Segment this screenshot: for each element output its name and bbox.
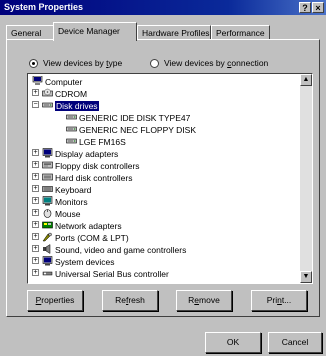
help-button[interactable]: ? <box>299 2 311 13</box>
tree-item[interactable]: LGE FM16S <box>66 135 126 147</box>
tree-item-label: Keyboard <box>55 184 92 195</box>
properties-button[interactable]: Properties <box>27 290 83 311</box>
tab-performance[interactable]: Performance <box>211 25 270 39</box>
display-icon <box>42 147 53 158</box>
tree-item-label: Computer <box>45 76 83 87</box>
remove-button[interactable]: Remove <box>176 290 232 311</box>
ports-icon <box>42 232 53 242</box>
floppy-controller-icon <box>42 160 53 170</box>
disk-drive-icon <box>66 112 77 122</box>
computer-icon <box>32 75 43 86</box>
refresh-button[interactable]: Refresh <box>102 290 158 311</box>
cdrom-icon <box>42 88 53 98</box>
usb-icon <box>42 268 53 278</box>
close-button[interactable]: × <box>312 2 324 13</box>
expand-icon[interactable]: + <box>32 257 39 264</box>
tree-item[interactable]: Display adapters <box>42 147 118 159</box>
view-by-type-label[interactable]: View devices by type <box>43 58 122 68</box>
tree-item-label: LGE FM16S <box>79 136 126 147</box>
tree-item[interactable]: Network adapters <box>42 219 122 231</box>
tree-item[interactable]: CDROM <box>42 87 87 99</box>
expand-icon[interactable]: + <box>32 161 39 168</box>
tree-item[interactable]: Universal Serial Bus controller <box>42 267 169 279</box>
disk-drive-icon <box>66 124 77 134</box>
tree-item[interactable]: GENERIC IDE DISK TYPE47 <box>66 111 190 123</box>
expand-icon[interactable]: + <box>32 209 39 216</box>
expand-icon[interactable]: + <box>32 173 39 180</box>
cancel-button[interactable]: Cancel <box>268 332 322 353</box>
tree-item-label: Ports (COM & LPT) <box>55 232 129 243</box>
tree-item-label: Display adapters <box>55 148 119 159</box>
tree-item-label: Monitors <box>55 196 88 207</box>
sound-icon <box>42 243 53 254</box>
expand-icon[interactable]: + <box>32 269 39 276</box>
tree-item-label: GENERIC NEC FLOPPY DISK <box>79 124 196 135</box>
tree-item[interactable]: Ports (COM & LPT) <box>42 231 129 243</box>
tab-device-manager[interactable]: Device Manager <box>53 22 137 41</box>
tree-item-label: Floppy disk controllers <box>55 160 140 171</box>
title-bar: System Properties ? × <box>0 0 326 15</box>
view-by-type-radio[interactable] <box>29 59 38 68</box>
tab-hardware-profiles[interactable]: Hardware Profiles <box>137 25 211 39</box>
keyboard-icon <box>42 184 53 194</box>
tree-item[interactable]: Hard disk controllers <box>42 171 132 183</box>
disk-drive-icon <box>42 100 53 110</box>
scroll-down-arrow-icon[interactable]: ▼ <box>300 271 312 283</box>
expand-icon[interactable]: + <box>32 221 39 228</box>
expand-icon[interactable]: + <box>32 185 39 192</box>
window-title: System Properties <box>4 2 84 12</box>
tree-item[interactable]: Floppy disk controllers <box>42 159 140 171</box>
tree-item-label: Hard disk controllers <box>55 172 133 183</box>
tree-item-label: System devices <box>55 256 115 267</box>
tree-item-label: GENERIC IDE DISK TYPE47 <box>79 112 191 123</box>
tree-item-label: Sound, video and game controllers <box>55 244 187 255</box>
device-tree[interactable]: −Computer+CDROM−Disk drivesGENERIC IDE D… <box>27 73 313 284</box>
expand-icon[interactable]: + <box>32 245 39 252</box>
tree-item[interactable]: Mouse <box>42 207 81 219</box>
tree-item-label: Network adapters <box>55 220 122 231</box>
tree-item[interactable]: GENERIC NEC FLOPPY DISK <box>66 123 196 135</box>
tree-item-label: Universal Serial Bus controller <box>55 268 169 279</box>
tree-item[interactable]: Sound, video and game controllers <box>42 243 186 255</box>
tab-general[interactable]: General <box>6 25 54 39</box>
ok-button[interactable]: OK <box>205 332 261 353</box>
collapse-icon[interactable]: − <box>32 101 39 108</box>
tree-item[interactable]: Monitors <box>42 195 88 207</box>
disk-drive-icon <box>66 136 77 146</box>
tree-item-label: Mouse <box>55 208 81 219</box>
mouse-icon <box>42 208 53 218</box>
tree-scrollbar[interactable]: ▲ ▼ <box>300 74 312 283</box>
monitor-icon <box>42 195 53 206</box>
expand-icon[interactable]: + <box>32 233 39 240</box>
expand-icon[interactable]: + <box>32 197 39 204</box>
tree-item[interactable]: Keyboard <box>42 183 91 195</box>
scroll-up-arrow-icon[interactable]: ▲ <box>300 74 312 86</box>
system-devices-icon <box>42 255 53 266</box>
tree-item[interactable]: System devices <box>42 255 115 267</box>
network-icon <box>42 220 53 230</box>
view-by-connection-label[interactable]: View devices by connection <box>164 58 268 68</box>
expand-icon[interactable]: + <box>32 89 39 96</box>
expand-icon[interactable]: + <box>32 149 39 156</box>
tree-item[interactable]: Disk drives <box>42 99 99 111</box>
tree-item[interactable]: Computer <box>32 75 82 87</box>
tree-item-label: CDROM <box>55 88 88 99</box>
hard-disk-controller-icon <box>42 172 53 182</box>
view-by-connection-radio[interactable] <box>150 59 159 68</box>
print-button[interactable]: Print... <box>251 290 307 311</box>
tree-item-label: Disk drives <box>55 100 99 111</box>
